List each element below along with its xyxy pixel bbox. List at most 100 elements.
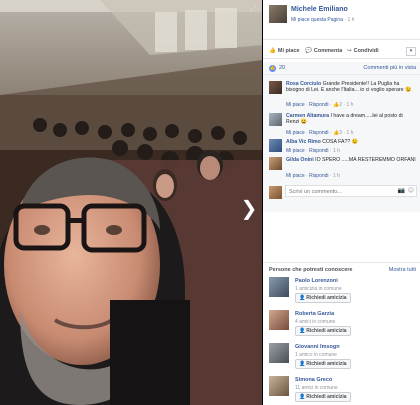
add-friend-label: Richiedi amicizia <box>306 394 347 400</box>
comment-item: Alba Vic Rimo COSA FA?? 😉 Mi piace · Ris… <box>269 139 417 159</box>
comment-input[interactable] <box>289 187 409 196</box>
smiley-icon[interactable]: ☺ <box>408 187 414 194</box>
likes-summary: 👍 20 Commenti più in vista <box>263 62 420 75</box>
more-relevant-comments-link[interactable]: Commenti più in vista <box>363 65 416 71</box>
mutual-friends[interactable]: 1 amico in comune <box>295 352 337 358</box>
current-user-avatar <box>269 186 282 199</box>
smiley-icon: 😉 <box>404 87 412 94</box>
comment-item: Carmen Altamura I have a dream.....lei a… <box>269 113 417 139</box>
see-all-link[interactable]: Mostra tutti <box>389 267 416 273</box>
like-label: Mi piace <box>277 48 300 54</box>
like-reaction-icon: 👍 <box>269 65 276 72</box>
like-page-link[interactable]: Mi piace questa Pagina <box>291 17 343 23</box>
person-suggestion: Simona Greco 11 amici in comune 👤Richied… <box>269 376 417 405</box>
mutual-friends[interactable]: 1 amicizia in comune <box>295 286 342 292</box>
comment-button[interactable]: 💬 Commenta <box>305 48 342 54</box>
person-avatar[interactable] <box>269 310 289 330</box>
comment-like-link[interactable]: Mi piace <box>286 173 305 179</box>
person-name[interactable]: Simona Greco <box>295 377 332 383</box>
selfie-image <box>0 0 262 405</box>
post-sidebar: Michele Emiliano Mi piace questa Pagina … <box>263 0 420 405</box>
comment-text: Rosa Corciulo Grande Presidente!! La Pug… <box>286 81 417 93</box>
comment-time[interactable]: 1 h <box>333 173 340 179</box>
comment-item: Rosa Corciulo Grande Presidente!! La Pug… <box>269 81 417 108</box>
mutual-friends[interactable]: 4 amici in comune <box>295 319 335 325</box>
next-photo-chevron-icon[interactable]: ❯ <box>240 196 258 220</box>
post-action-bar: 👍 Mi piace 💬 Commenta ↪ Condividi ▾ <box>263 45 420 59</box>
post-time[interactable]: 1 h <box>347 17 354 23</box>
comment-item: Gilda Onini IO SPERO .....MA RESTEREMMO … <box>269 157 417 183</box>
comment-like-link[interactable]: Mi piace <box>286 130 305 136</box>
like-button[interactable]: 👍 Mi piace <box>269 48 300 54</box>
comment-like-count: 3 <box>339 130 343 136</box>
comments-list: Rosa Corciulo Grande Presidente!! La Pug… <box>263 75 420 212</box>
person-name[interactable]: Giovanni Imsogn <box>295 344 340 350</box>
comment-text: Alba Vic Rimo COSA FA?? 😉 <box>286 139 417 145</box>
person-suggestion: Roberta Garzia 4 amici in comune 👤Richie… <box>269 310 417 340</box>
comment-reply-link[interactable]: Rispondi <box>309 102 328 108</box>
comment-time[interactable]: 1 h <box>346 102 353 108</box>
person-avatar[interactable] <box>269 343 289 363</box>
add-friend-button[interactable]: 👤Richiedi amicizia <box>295 392 351 402</box>
comment-message: IO SPERO .....MA RESTEREMMO ORFANI <box>315 157 416 163</box>
add-friend-icon: 👤 <box>299 328 306 334</box>
comment-time[interactable]: 1 h <box>346 130 353 136</box>
comment-meta: Mi piace · Rispondi · 1 h <box>286 148 340 154</box>
add-friend-label: Richiedi amicizia <box>306 361 347 367</box>
comment-label: Commenta <box>313 48 343 54</box>
person-name[interactable]: Paolo Lorenzoni <box>295 278 338 284</box>
photo-viewer: ⤢ ❯ Michele Emiliano Mi piace questa Pag… <box>0 0 420 405</box>
comment-text: Gilda Onini IO SPERO .....MA RESTEREMMO … <box>286 157 417 163</box>
like-count[interactable]: 20 <box>279 65 285 71</box>
speech-bubble-icon: 💬 <box>305 48 312 54</box>
commenter-avatar[interactable] <box>269 81 282 94</box>
smiley-icon: 😉 <box>351 139 359 145</box>
commenter-avatar[interactable] <box>269 139 282 152</box>
add-friend-label: Richiedi amicizia <box>306 295 347 301</box>
comment-text: Carmen Altamura I have a dream.....lei a… <box>286 113 417 125</box>
commenter-avatar[interactable] <box>269 157 282 170</box>
add-friend-icon: 👤 <box>299 295 306 301</box>
comment-like-count: 2 <box>339 102 343 108</box>
add-friend-button[interactable]: 👤Richiedi amicizia <box>295 326 351 336</box>
fullscreen-icon[interactable]: ⤢ <box>248 4 258 14</box>
people-you-may-know: Persone che potresti conoscere Mostra tu… <box>263 262 420 405</box>
person-suggestion: Giovanni Imsogn 1 amico in comune 👤Richi… <box>269 343 417 373</box>
person-avatar[interactable] <box>269 277 289 297</box>
person-suggestion: Paolo Lorenzoni 1 amicizia in comune 👤Ri… <box>269 277 417 307</box>
options-chevron-down-icon[interactable]: ▾ <box>406 47 416 56</box>
comment-meta: Mi piace · Rispondi · 👍3 · 1 h <box>286 130 354 136</box>
person-avatar[interactable] <box>269 376 289 396</box>
comment-like-link[interactable]: Mi piace <box>286 102 305 108</box>
add-friend-button[interactable]: 👤Richiedi amicizia <box>295 359 351 369</box>
page-avatar[interactable] <box>269 5 287 23</box>
add-friend-icon: 👤 <box>299 361 306 367</box>
commenter-name[interactable]: Alba Vic Rimo <box>286 139 321 145</box>
person-name[interactable]: Roberta Garzia <box>295 311 334 317</box>
comment-like-link[interactable]: Mi piace <box>286 148 305 154</box>
add-friend-button[interactable]: 👤Richiedi amicizia <box>295 293 351 303</box>
comment-reply-link[interactable]: Rispondi <box>309 130 328 136</box>
thumbs-up-icon: 👍 <box>269 48 276 54</box>
comment-input-box[interactable]: 📷 ☺ <box>285 185 417 197</box>
add-friend-icon: 👤 <box>299 394 306 400</box>
comment-reply-link[interactable]: Rispondi <box>309 148 328 154</box>
mutual-friends[interactable]: 11 amici in comune <box>295 385 338 391</box>
add-friend-label: Richiedi amicizia <box>306 328 347 334</box>
pymk-title: Persone che potresti conoscere <box>269 267 353 273</box>
post-header: Michele Emiliano Mi piace questa Pagina … <box>263 0 420 40</box>
comment-meta: Mi piace · Rispondi · 👍2 · 1 h <box>286 102 354 108</box>
share-button[interactable]: ↪ Condividi <box>347 48 379 54</box>
commenter-name[interactable]: Gilda Onini <box>286 157 314 163</box>
camera-icon[interactable]: 📷 <box>398 187 405 194</box>
smiley-icon: 😀 <box>300 119 308 126</box>
comment-time[interactable]: 1 h <box>333 148 340 154</box>
share-arrow-icon: ↪ <box>347 48 352 54</box>
comment-reply-link[interactable]: Rispondi <box>309 173 328 179</box>
commenter-avatar[interactable] <box>269 113 282 126</box>
share-label: Condividi <box>353 48 379 54</box>
comment-meta: Mi piace · Rispondi · 1 h <box>286 173 340 179</box>
post-meta: Mi piace questa Pagina · 1 h <box>291 17 354 23</box>
photo[interactable] <box>0 0 262 405</box>
page-name[interactable]: Michele Emiliano <box>291 6 348 13</box>
